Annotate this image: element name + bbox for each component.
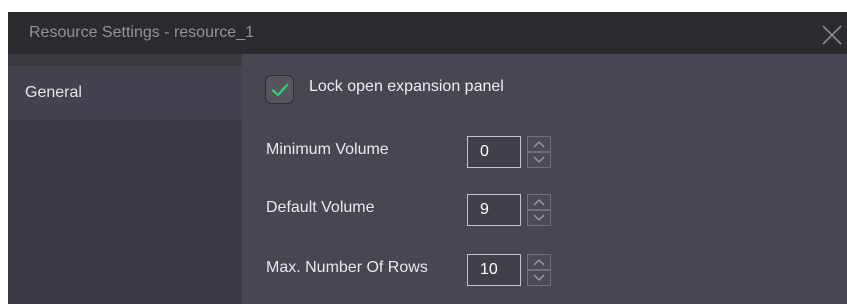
chevron-down-icon — [533, 274, 545, 281]
sidebar-item-general[interactable]: General — [8, 66, 242, 120]
minimum-volume-input[interactable] — [467, 136, 521, 168]
title-bar: Resource Settings - resource_1 — [8, 12, 847, 54]
default-volume-decrement-button[interactable] — [527, 210, 551, 226]
checkmark-icon — [271, 83, 289, 97]
resource-settings-dialog: Resource Settings - resource_1 General L… — [8, 12, 847, 304]
chevron-up-icon — [533, 199, 545, 206]
settings-panel: Lock open expansion panel Minimum Volume… — [242, 54, 847, 304]
max-rows-decrement-button[interactable] — [527, 270, 551, 286]
sidebar-item-label: General — [25, 84, 82, 101]
chevron-up-icon — [533, 259, 545, 266]
sidebar: General — [8, 54, 242, 304]
max-rows-increment-button[interactable] — [527, 254, 551, 270]
default-volume-input[interactable] — [467, 194, 521, 226]
default-volume-increment-button[interactable] — [527, 194, 551, 210]
max-rows-label: Max. Number Of Rows — [266, 259, 428, 276]
minimum-volume-decrement-button[interactable] — [527, 152, 551, 168]
chevron-down-icon — [533, 156, 545, 163]
lock-panel-checkbox[interactable] — [265, 75, 294, 104]
window-title: Resource Settings - resource_1 — [29, 24, 254, 41]
chevron-down-icon — [533, 214, 545, 221]
max-rows-input[interactable] — [467, 254, 521, 286]
minimum-volume-increment-button[interactable] — [527, 136, 551, 152]
minimum-volume-label: Minimum Volume — [266, 141, 389, 158]
lock-panel-label: Lock open expansion panel — [309, 78, 504, 95]
chevron-up-icon — [533, 141, 545, 148]
close-icon[interactable] — [821, 24, 843, 46]
default-volume-label: Default Volume — [266, 199, 375, 216]
